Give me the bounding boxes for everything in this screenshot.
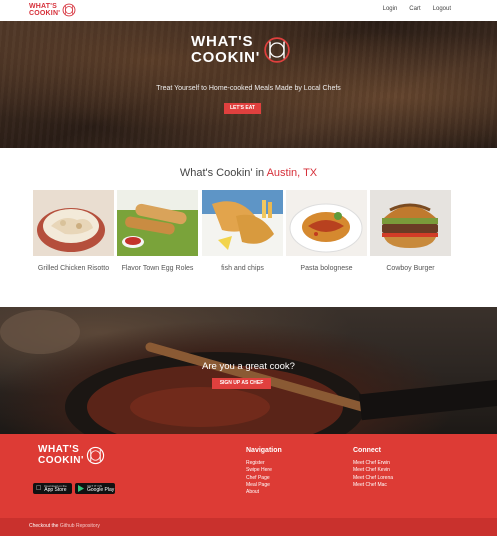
footer-logo-line2: COOKIN'	[38, 455, 84, 466]
github-repository-link[interactable]: Github Repository	[60, 523, 100, 529]
footer-connect-column: Connect Meet Chef Erwin Meet Chef Kevin …	[353, 447, 393, 489]
dish-image[interactable]	[370, 190, 451, 256]
footer-logo[interactable]: WHAT'S COOKIN'	[38, 444, 105, 466]
footer-link-chef-erwin[interactable]: Meet Chef Erwin	[353, 460, 393, 467]
nav-login-link[interactable]: Login	[383, 6, 398, 12]
nav-logo[interactable]: WHAT'S COOKIN'	[29, 3, 76, 17]
google-play-icon	[78, 485, 84, 492]
app-store-badge[interactable]:  Download on the App Store	[33, 483, 72, 494]
footer-bottom-bar: Checkout the Github Repository	[0, 518, 497, 536]
footer-navigation-heading: Navigation	[246, 447, 282, 454]
chef-signup-banner: Are you a great cook? SIGN UP AS CHEF	[0, 307, 497, 434]
footer-link-swipe-here[interactable]: Swipe Here	[246, 467, 282, 474]
footer-link-meal-page[interactable]: Meal Page	[246, 482, 282, 489]
dish-card[interactable]: fish and chips	[202, 190, 283, 273]
hero-tagline: Treat Yourself to Home-cooked Meals Made…	[156, 85, 341, 92]
dish-card[interactable]: Pasta bolognese	[286, 190, 367, 273]
google-play-big: Google Play	[87, 486, 115, 493]
logo-line2: COOKIN'	[29, 10, 61, 17]
dish-name: Pasta bolognese	[300, 265, 353, 272]
dish-card[interactable]: Grilled Chicken Risotto	[33, 190, 114, 273]
nav-links: Login Cart Logout	[383, 6, 451, 12]
footer-link-chef-page[interactable]: Chef Page	[246, 475, 282, 482]
footer-link-chef-kevin[interactable]: Meet Chef Kevin	[353, 467, 393, 474]
nav-logout-link[interactable]: Logout	[433, 6, 451, 12]
footer-link-chef-mac[interactable]: Meet Chef Mac	[353, 482, 393, 489]
plate-utensils-icon	[86, 446, 105, 464]
dish-image[interactable]	[117, 190, 198, 256]
footer-link-chef-lorena[interactable]: Meet Chef Lorena	[353, 475, 393, 482]
footer-link-register[interactable]: Register	[246, 460, 282, 467]
sign-up-chef-button[interactable]: SIGN UP AS CHEF	[212, 378, 271, 389]
hero-logo: WHAT'S COOKIN'	[191, 34, 291, 66]
footer-link-about[interactable]: About	[246, 489, 282, 496]
google-play-text: GET IT ON Google Play	[87, 484, 115, 493]
app-store-big: App Store	[39, 486, 66, 493]
lets-eat-button[interactable]: LET'S EAT	[224, 103, 261, 114]
hero-logo-line1: WHAT'S	[191, 33, 254, 50]
footer: WHAT'S COOKIN'  Download on the App Sto…	[0, 434, 497, 536]
app-store-text: Download on the App Store	[39, 484, 67, 493]
footer-bottom-prefix: Checkout the	[29, 523, 60, 529]
featured-title: What's Cookin' in Austin, TX	[0, 167, 497, 179]
dish-name: Flavor Town Egg Roles	[121, 265, 194, 272]
footer-logo-line1: WHAT'S	[38, 444, 80, 455]
top-navbar: WHAT'S COOKIN' Login Cart Logout	[0, 0, 497, 21]
plate-utensils-icon	[264, 37, 290, 63]
dish-image[interactable]	[286, 190, 367, 256]
hero-logo-line2: COOKIN'	[191, 49, 261, 66]
nav-cart-link[interactable]: Cart	[409, 6, 420, 12]
dish-card[interactable]: Flavor Town Egg Roles	[117, 190, 198, 273]
logo-line1: WHAT'S	[29, 3, 58, 10]
apple-icon: 	[36, 485, 41, 492]
dish-image[interactable]	[202, 190, 283, 256]
footer-navigation-column: Navigation Register Swipe Here Chef Page…	[246, 447, 282, 496]
dish-name: Grilled Chicken Risotto	[37, 265, 110, 272]
dish-image[interactable]	[33, 190, 114, 256]
hero-banner: WHAT'S COOKIN' Treat Yourself to Home-co…	[0, 21, 497, 148]
featured-city[interactable]: Austin, TX	[267, 167, 318, 179]
chef-question: Are you a great cook?	[202, 361, 295, 372]
footer-bottom-text: Checkout the Github Repository	[29, 523, 100, 529]
dish-name: fish and chips	[221, 265, 264, 272]
dish-name: Cowboy Burger	[386, 265, 435, 272]
featured-title-prefix: What's Cookin' in	[179, 167, 267, 179]
footer-connect-heading: Connect	[353, 447, 381, 454]
dish-card[interactable]: Cowboy Burger	[370, 190, 451, 273]
google-play-badge[interactable]: GET IT ON Google Play	[75, 483, 115, 494]
plate-utensils-icon	[62, 3, 76, 17]
